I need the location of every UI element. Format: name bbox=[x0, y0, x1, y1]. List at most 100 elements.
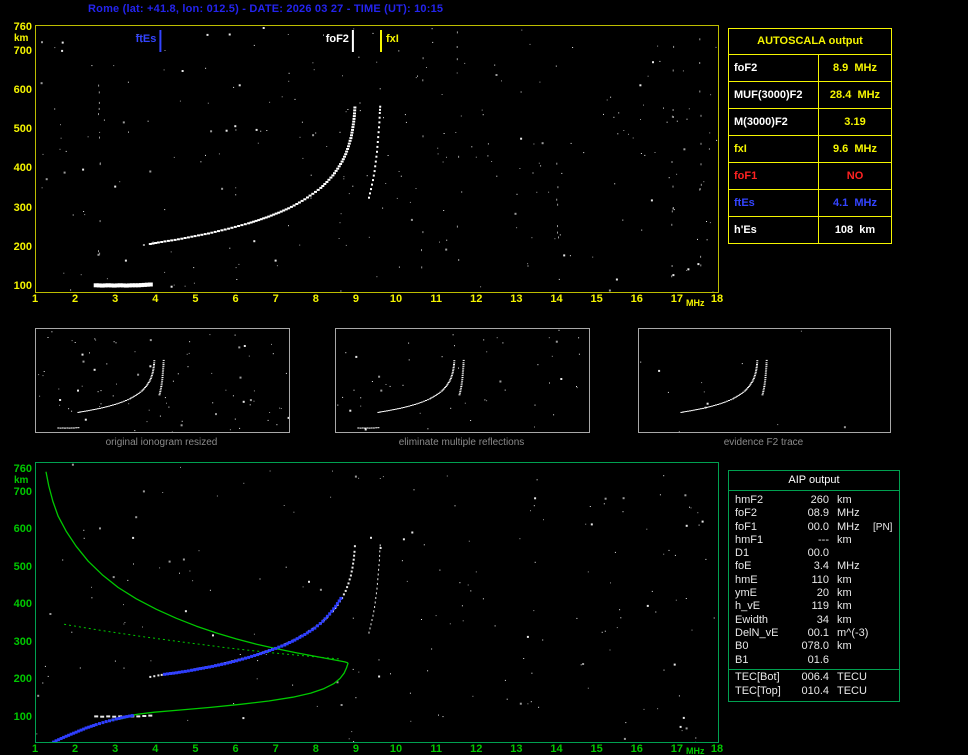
aip-row-unit: km bbox=[837, 587, 852, 600]
main-x-axis-unit: MHz bbox=[686, 298, 705, 308]
main-ionogram-canvas bbox=[40, 27, 718, 293]
aip-row-unit: km bbox=[837, 600, 852, 613]
profile-x-tick-10: 10 bbox=[389, 743, 403, 755]
aip-row-label: foE bbox=[735, 560, 752, 573]
aip-row-value: 010.4 bbox=[801, 685, 829, 698]
aip-row-value: 08.9 bbox=[807, 507, 829, 520]
main-x-tick-2: 2 bbox=[72, 293, 79, 305]
echo-f2-extraordinary-trace-layer bbox=[368, 544, 381, 634]
aip-row-fof1: foF1 00.0 MHz [PN] bbox=[729, 521, 899, 534]
station-date-header: Rome (lat: +41.8, lon: 012.5) - DATE: 20… bbox=[88, 3, 444, 15]
aip-row-unit: TECU bbox=[837, 685, 867, 698]
main-y-tick-200: 200 bbox=[13, 240, 32, 253]
autoscala-app-window: Rome (lat: +41.8, lon: 012.5) - DATE: 20… bbox=[0, 0, 968, 755]
es-trace-layer bbox=[357, 427, 380, 429]
profile-y-axis-unit: km bbox=[14, 475, 29, 486]
aip-row-value: 119 bbox=[811, 600, 829, 613]
ionogram-plot-main: ftEs foF2 fxI bbox=[35, 25, 719, 293]
aip-row-value: 34 bbox=[816, 613, 829, 626]
aip-row-value: 078.0 bbox=[801, 640, 829, 653]
autoscala-row-value: 108 km bbox=[834, 224, 876, 236]
profile-x-tick-13: 13 bbox=[510, 743, 523, 755]
aip-row-label: B0 bbox=[735, 640, 749, 653]
aip-row-label: hmE bbox=[735, 573, 758, 586]
aip-row-unit: km bbox=[837, 640, 852, 653]
profile-y-tick-400: 400 bbox=[13, 598, 32, 611]
profile-x-tick-17: 17 bbox=[670, 743, 683, 755]
profile-y-tick-100: 100 bbox=[13, 711, 32, 723]
aip-row-value: 00.0 bbox=[807, 520, 829, 533]
aip-row-label: D1 bbox=[735, 547, 750, 560]
electron-density-profile-bottomside-layer bbox=[110, 662, 349, 722]
autoscala-row-h-es: h'Es 108 km bbox=[729, 216, 891, 243]
marker-label-fxi: fxI bbox=[386, 33, 399, 45]
aip-row-yme: ymE 20 km bbox=[729, 587, 899, 600]
autoscala-row-label: MUF(3000)F2 bbox=[729, 82, 819, 108]
profile-x-tick-9: 9 bbox=[352, 743, 359, 755]
main-y-tick-760: 760 bbox=[13, 21, 32, 33]
main-x-tick-10: 10 bbox=[389, 293, 403, 305]
aip-row-label: foF2 bbox=[735, 507, 758, 520]
aip-row-note: [PN] bbox=[873, 521, 893, 533]
autoscala-row-label: h'Es bbox=[729, 217, 819, 243]
autoscala-row-label: foF1 bbox=[729, 163, 819, 189]
f2-ordinary-trace-layer bbox=[377, 360, 456, 413]
main-y-tick-600: 600 bbox=[13, 83, 32, 96]
aip-row-unit: km bbox=[837, 533, 852, 546]
f2-extraordinary-trace-layer bbox=[458, 359, 465, 396]
aip-row-ewidth: Ewidth 34 km bbox=[729, 614, 899, 627]
profile-x-tick-5: 5 bbox=[192, 743, 199, 755]
aip-row-hmf2: hmF2 260 km bbox=[729, 494, 899, 507]
aip-row-unit: MHz bbox=[837, 520, 860, 533]
thumbnail-caption-1: original ionogram resized bbox=[105, 437, 218, 448]
noise-layer bbox=[337, 329, 580, 431]
main-x-tick-18: 18 bbox=[710, 293, 724, 305]
aip-row-unit: MHz bbox=[837, 560, 860, 573]
main-y-axis-unit: km bbox=[14, 33, 29, 44]
aip-row-unit: MHz bbox=[837, 507, 860, 520]
autoscala-table-rows: foF2 8.9 MHz MUF(3000)F2 28.4 MHz M(3000)F2 3… bbox=[729, 54, 891, 243]
aip-table-title: AIP output bbox=[729, 471, 899, 491]
f2-extraordinary-trace-layer bbox=[368, 105, 382, 199]
aip-row-label: ymE bbox=[735, 587, 757, 600]
main-x-tick-9: 9 bbox=[352, 293, 359, 305]
autoscala-row-ftes: ftEs 4.1 MHz bbox=[729, 189, 891, 216]
es-trace-layer bbox=[93, 282, 153, 288]
main-x-tick-17: 17 bbox=[670, 293, 683, 305]
main-y-tick-300: 300 bbox=[13, 201, 32, 214]
aip-row-unit: TECU bbox=[837, 670, 867, 683]
f2-ordinary-trace-layer bbox=[680, 360, 759, 413]
main-x-tick-7: 7 bbox=[272, 293, 279, 305]
restored-e-trace-layer bbox=[44, 714, 134, 748]
autoscala-row-label: foF2 bbox=[729, 55, 819, 81]
thumbnail-caption-2: eliminate multiple reflections bbox=[398, 437, 525, 448]
profile-x-tick-14: 14 bbox=[550, 743, 563, 755]
profile-x-tick-11: 11 bbox=[430, 743, 442, 755]
profile-ionogram-canvas bbox=[36, 463, 715, 748]
noise-layer bbox=[38, 331, 290, 433]
thumbnail-f2-trace-evidence bbox=[638, 328, 891, 433]
main-x-tick-12: 12 bbox=[470, 293, 483, 305]
f2-ordinary-trace-layer bbox=[148, 106, 357, 245]
aip-row-value: 00.0 bbox=[807, 547, 829, 560]
profile-y-tick-600: 600 bbox=[13, 523, 32, 536]
profile-x-tick-16: 16 bbox=[630, 743, 643, 755]
aip-row-hmf1: hmF1 --- km bbox=[729, 534, 899, 547]
profile-x-tick-1: 1 bbox=[31, 743, 39, 755]
aip-row-value: --- bbox=[818, 533, 829, 546]
autoscala-row-fxi: fxI 9.6 MHz bbox=[729, 135, 891, 162]
aip-row-hme: hmE 110 km bbox=[729, 574, 899, 587]
autoscala-row-value: 3.19 bbox=[844, 116, 866, 128]
aip-row-unit: km bbox=[837, 494, 852, 506]
main-x-tick-16: 16 bbox=[630, 293, 643, 305]
autoscala-row-m-3000-f2: M(3000)F2 3.19 bbox=[729, 108, 891, 135]
main-x-tick-11: 11 bbox=[430, 293, 442, 305]
autoscala-row-label: M(3000)F2 bbox=[729, 109, 819, 135]
thumbnail-caption-3: evidence F2 trace bbox=[723, 437, 804, 448]
aip-row-value: 01.6 bbox=[807, 653, 829, 666]
autoscala-output-table: AUTOSCALA output foF2 8.9 MHz MUF(3000)F2 2… bbox=[728, 28, 892, 244]
profile-x-axis-unit: MHz bbox=[686, 746, 705, 755]
aip-row-label: foF1 bbox=[735, 520, 758, 533]
f2-extraordinary-trace-layer bbox=[158, 359, 165, 396]
aip-row-label: DelN_vE bbox=[735, 626, 779, 639]
